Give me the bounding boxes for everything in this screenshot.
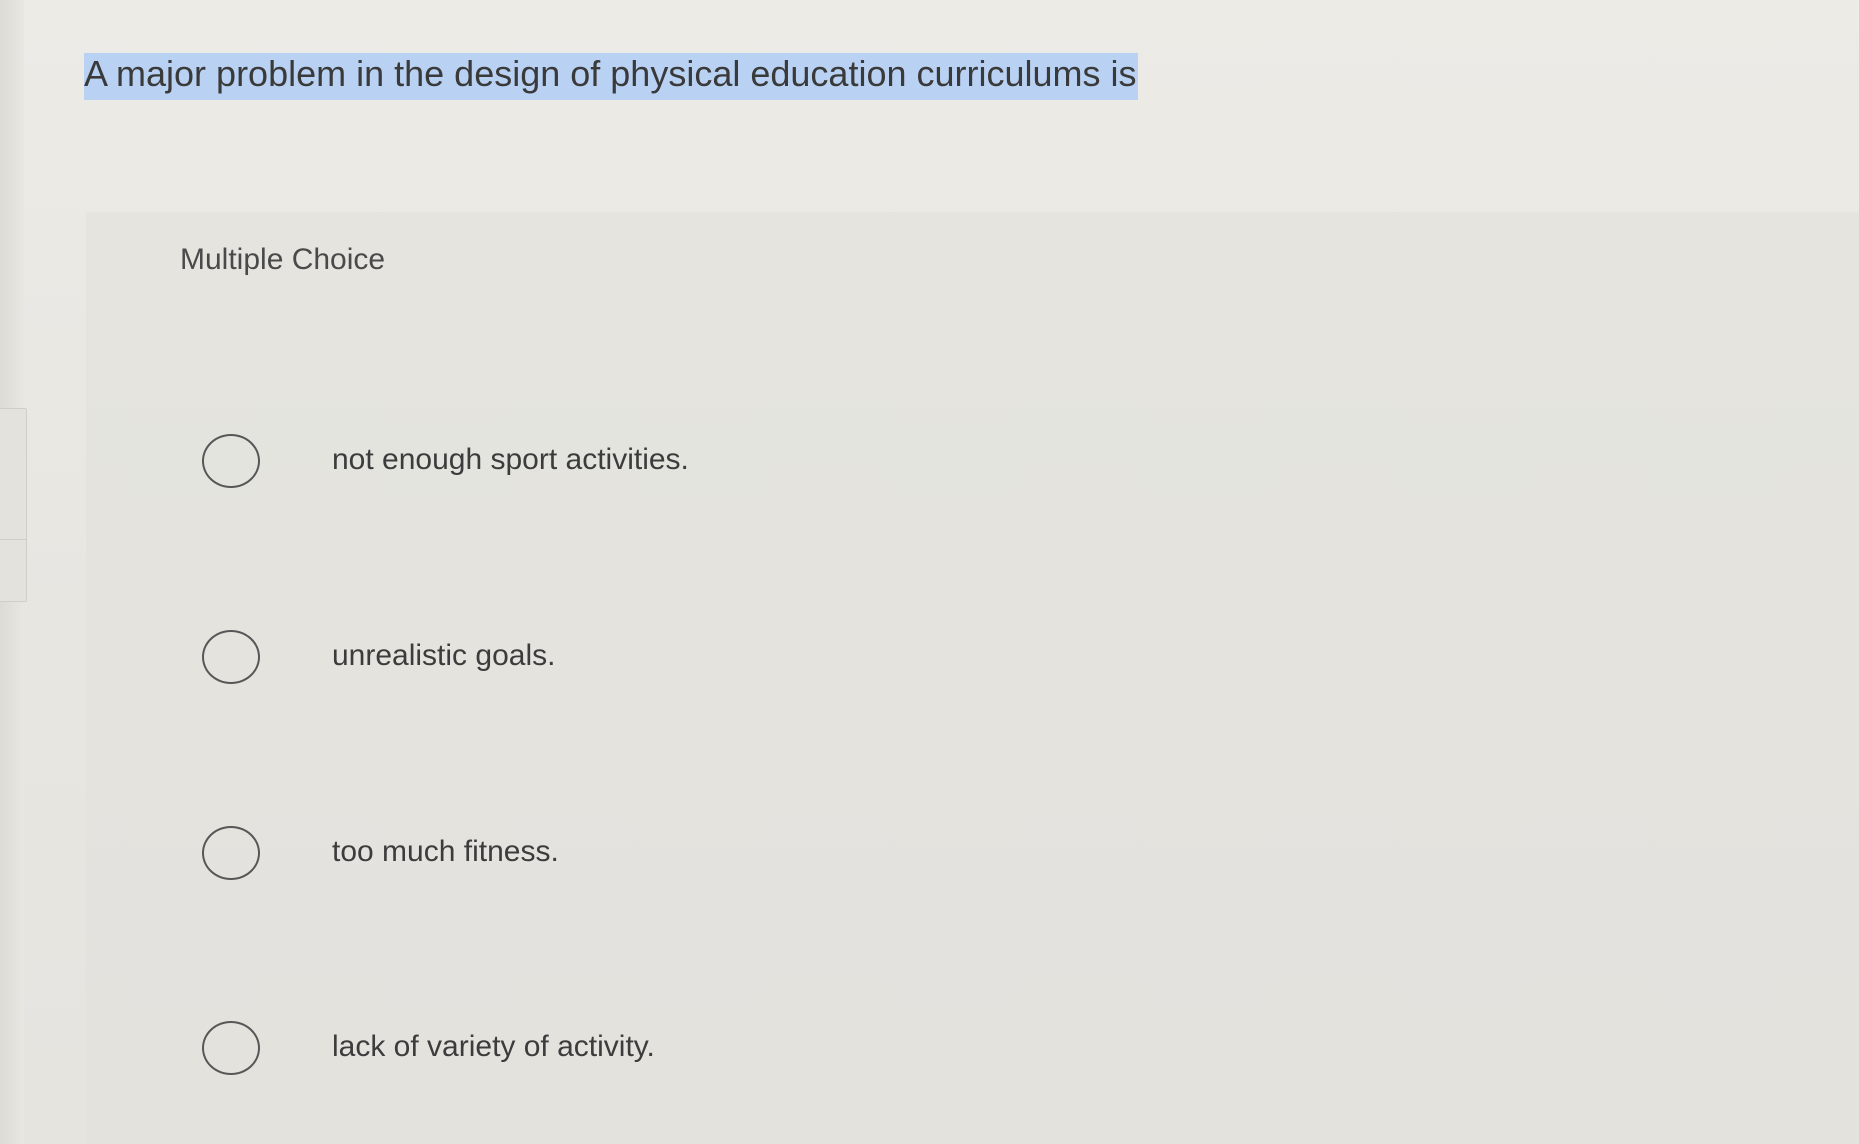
radio-button-icon[interactable] <box>202 630 260 684</box>
question-highlighted-text: A major problem in the design of physica… <box>84 53 1138 100</box>
radio-button-icon[interactable] <box>202 434 260 488</box>
multiple-choice-heading: Multiple Choice <box>180 243 386 276</box>
left-side-tab <box>0 408 27 602</box>
choice-label[interactable]: lack of variety of activity. <box>332 1029 655 1065</box>
radio-button-icon[interactable] <box>202 1021 260 1075</box>
choice-label[interactable]: not enough sport activities. <box>332 442 689 478</box>
radio-button-icon[interactable] <box>202 826 260 880</box>
question-text: A major problem in the design of physica… <box>84 52 1138 100</box>
choice-label[interactable]: too much fitness. <box>332 834 559 870</box>
left-side-tab-divider <box>0 539 26 540</box>
choice-option-3[interactable]: too much fitness. <box>150 758 1859 948</box>
choice-label[interactable]: unrealistic goals. <box>332 638 555 674</box>
choice-option-4[interactable]: lack of variety of activity. <box>150 953 1859 1143</box>
choice-option-1[interactable]: not enough sport activities. <box>150 366 1859 556</box>
choice-option-2[interactable]: unrealistic goals. <box>150 562 1859 752</box>
